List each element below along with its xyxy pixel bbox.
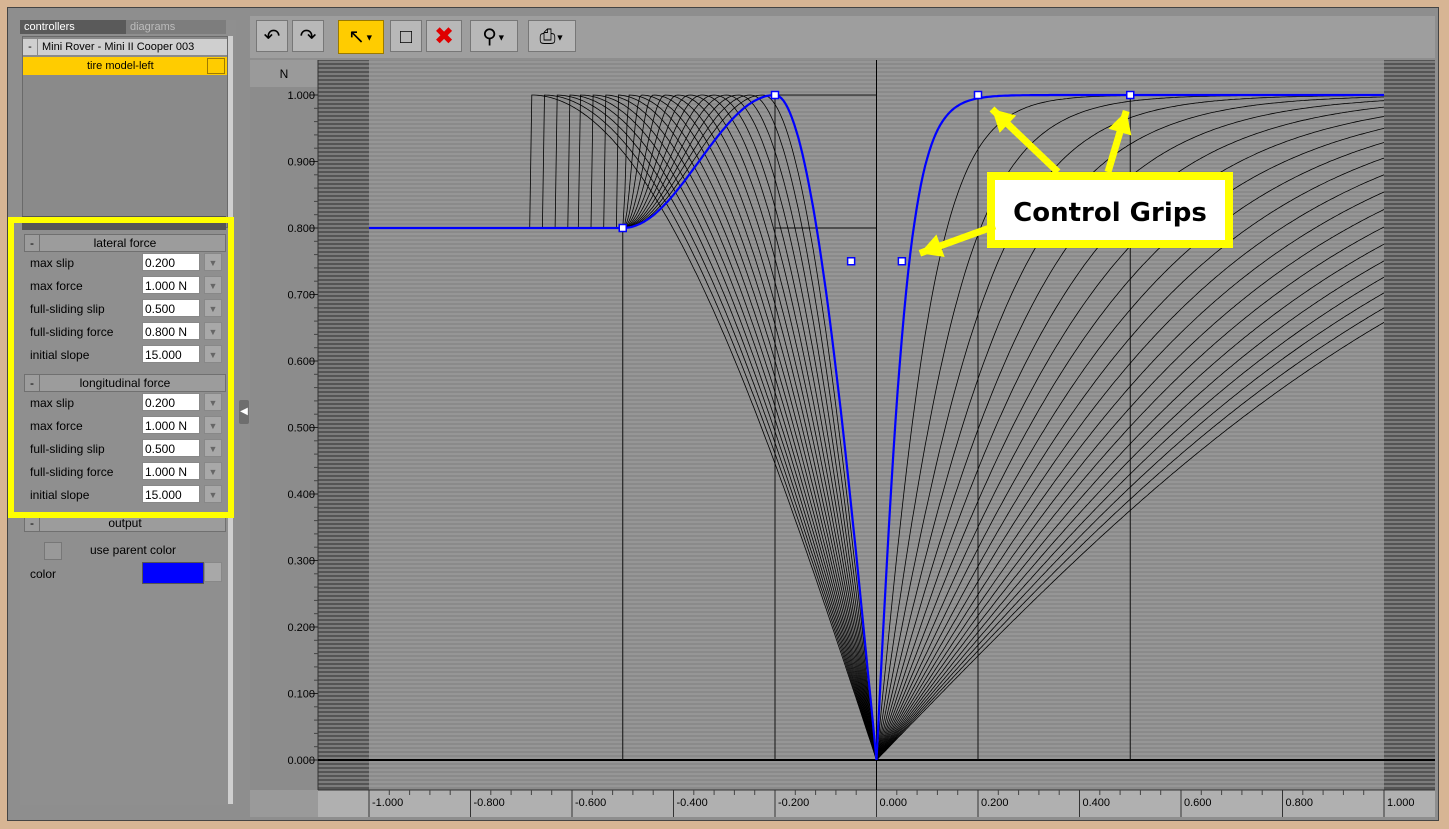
- y-tick-label: 0.300: [287, 556, 315, 568]
- y-axis-gutter: [250, 60, 318, 817]
- y-tick-label: 0.000: [287, 755, 315, 767]
- collapse-toggle[interactable]: -: [23, 39, 38, 55]
- color-swatch[interactable]: [142, 562, 204, 584]
- tire-force-diagram[interactable]: N 0.000 0.100 0.200 0.300 0.400 0.500 0.600 0.7…: [250, 60, 1435, 817]
- callout-text: Control Grips: [1013, 198, 1207, 228]
- section-title: output: [108, 516, 142, 530]
- x-tick-label: -0.200: [778, 797, 809, 809]
- x-tick-label: -0.800: [474, 797, 505, 809]
- control-grip[interactable]: [1126, 90, 1135, 100]
- control-grip[interactable]: [897, 257, 907, 266]
- control-grip[interactable]: [618, 223, 627, 233]
- corner-cell: [250, 790, 318, 817]
- tree-item-label: tire model-left: [87, 60, 154, 72]
- redo-icon[interactable]: ↷: [292, 20, 324, 52]
- control-grip[interactable]: [846, 257, 856, 266]
- use-parent-color-checkbox[interactable]: [44, 542, 62, 560]
- controller-tree: - Mini Rover - Mini II Cooper 003 tire mo…: [22, 36, 228, 228]
- y-tick-label: 0.800: [287, 223, 315, 235]
- box-select-icon[interactable]: □: [390, 20, 422, 52]
- chevron-down-icon: ▼: [496, 32, 506, 43]
- tab-controllers[interactable]: controllers: [20, 20, 128, 34]
- tree-item-label: Mini Rover - Mini II Cooper 003: [42, 41, 195, 53]
- y-tick-label: 0.400: [287, 489, 315, 501]
- y-tick-label: 0.700: [287, 290, 315, 302]
- y-tick-label: 1.000: [287, 90, 315, 102]
- y-tick-label: 0.500: [287, 423, 315, 435]
- x-tick-label: 0.200: [981, 797, 1009, 809]
- control-grip[interactable]: [973, 90, 983, 100]
- tree-item-selected[interactable]: tire model-left: [23, 57, 227, 75]
- tree-item-checkbox[interactable]: [207, 58, 225, 74]
- use-parent-color-label: use parent color: [90, 543, 177, 557]
- print-icon[interactable]: ⎙▼: [528, 20, 576, 52]
- control-grip[interactable]: [770, 90, 780, 100]
- x-tick-label: -0.400: [677, 797, 708, 809]
- x-tick-label: 1.000: [1387, 797, 1415, 809]
- undo-icon[interactable]: ↶: [256, 20, 288, 52]
- x-tick-label: -0.600: [575, 797, 606, 809]
- panel-tabs: controllers diagrams: [20, 20, 236, 34]
- toolbar: ↶ ↷ ↖▼ □ ✖ ⚲▼ ⎙▼: [250, 16, 1435, 58]
- collapse-panel-icon[interactable]: ◀: [239, 400, 249, 424]
- select-arrow-icon[interactable]: ↖▼: [338, 20, 384, 54]
- color-dropdown-button[interactable]: [204, 562, 222, 582]
- x-tick-label: 0.400: [1083, 797, 1111, 809]
- y-tick-label: 0.200: [287, 622, 315, 634]
- color-label: color: [30, 567, 57, 581]
- tab-diagrams[interactable]: diagrams: [126, 20, 226, 34]
- y-tick-label: 0.600: [287, 356, 315, 368]
- x-tick-label: -1.000: [372, 797, 403, 809]
- delete-icon[interactable]: ✖: [426, 20, 462, 52]
- chevron-down-icon: ▼: [364, 32, 374, 43]
- tree-scrollbar[interactable]: [228, 36, 233, 226]
- y-tick-label: 0.900: [287, 157, 315, 169]
- highlight-box: [8, 217, 234, 518]
- x-tick-label: 0.800: [1286, 797, 1314, 809]
- x-tick-label: 0.600: [1184, 797, 1212, 809]
- x-tick-label: 0.000: [880, 797, 908, 809]
- y-axis-unit-label: N: [280, 67, 289, 81]
- tree-item-root[interactable]: - Mini Rover - Mini II Cooper 003: [23, 39, 227, 55]
- zoom-icon[interactable]: ⚲▼: [470, 20, 518, 52]
- y-tick-label: 0.100: [287, 689, 315, 701]
- chevron-down-icon: ▼: [555, 32, 565, 43]
